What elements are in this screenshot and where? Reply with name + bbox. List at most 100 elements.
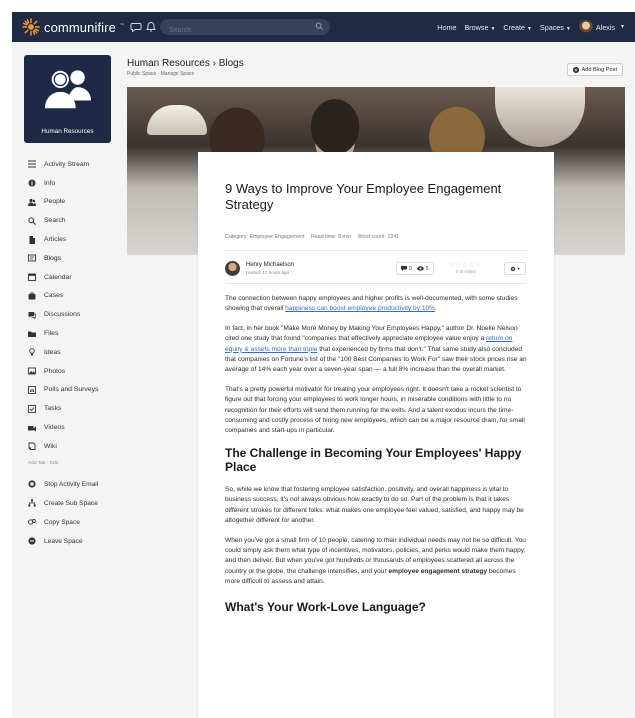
sidebar-item-label: Articles: [44, 236, 67, 244]
search-icon[interactable]: [315, 22, 324, 31]
sidebar-item-label: Info: [44, 179, 56, 187]
article-options-button[interactable]: ▼: [504, 262, 526, 275]
sidebar-item-label: People: [44, 198, 66, 206]
lightbulb-icon: [29, 348, 35, 356]
sidebar-item-people[interactable]: People: [28, 193, 123, 212]
poll-icon: [28, 386, 36, 394]
star-rating[interactable]: ☆☆☆☆☆ 0 (0 votes): [448, 261, 492, 277]
create-sub-space-button[interactable]: Create Sub Space: [28, 494, 123, 513]
sidebar-item-label: Files: [44, 330, 59, 338]
task-icon: [28, 404, 36, 413]
nav-create[interactable]: Create ▼: [503, 23, 532, 32]
sidebar-item-articles[interactable]: Articles: [28, 230, 123, 249]
brand-logo[interactable]: communifire ™: [22, 18, 124, 36]
top-nav: Home Browse ▼ Create ▼ Spaces ▼ Alexis ▼: [437, 12, 625, 42]
sidebar-item-label: Wiki: [44, 442, 57, 450]
add-tab-link[interactable]: Add Tab · Edit: [28, 460, 123, 468]
search-input[interactable]: [160, 22, 310, 39]
sidebar-item-videos[interactable]: Videos: [28, 418, 123, 437]
divider: [225, 283, 527, 284]
view-count: 5: [416, 266, 429, 272]
sidebar-item-ideas[interactable]: Ideas: [28, 343, 123, 362]
user-menu[interactable]: Alexis ▼: [578, 20, 625, 34]
sidebar-item-label: Polls and Surveys: [44, 386, 99, 394]
sidebar-nav: Activity Stream Info People Search Artic…: [28, 155, 123, 551]
calendar-icon: [28, 273, 36, 282]
space-name: Human Resources: [41, 128, 94, 135]
action-label: Copy Space: [44, 518, 80, 526]
sidebar-item-label: Blogs: [44, 254, 62, 262]
info-icon: [28, 179, 36, 187]
sidebar-item-blogs[interactable]: Blogs: [28, 249, 123, 268]
lamp-decoration: [495, 87, 585, 147]
sidebar-item-info[interactable]: Info: [28, 174, 123, 193]
bold-text: employee engagement strategy: [388, 567, 488, 575]
comment-icon: [401, 266, 407, 271]
sidebar-item-discussions[interactable]: Discussions: [28, 305, 123, 324]
paragraph-text: In fact, in her book "Make More Money by…: [225, 324, 518, 343]
brand-name: communifire: [44, 19, 116, 35]
productivity-link[interactable]: happiness can boost employee productivit…: [285, 305, 435, 312]
space-sublinks[interactable]: Public Space · Manage Space: [127, 71, 194, 77]
sidebar-item-label: Discussions: [44, 311, 81, 319]
caret-down-icon: ▼: [565, 25, 571, 32]
people-group-icon: [44, 70, 92, 109]
space-card[interactable]: Human Resources: [24, 55, 111, 143]
sidebar-item-activity-stream[interactable]: Activity Stream: [28, 155, 123, 174]
search-box[interactable]: [160, 19, 330, 39]
article-category[interactable]: Category: Employee Engagement: [225, 234, 305, 240]
paragraph: The connection between happy employees a…: [225, 294, 527, 315]
stars-icon[interactable]: ☆☆☆☆☆: [448, 261, 492, 269]
nav-spaces[interactable]: Spaces ▼: [540, 23, 571, 32]
sidebar-item-photos[interactable]: Photos: [28, 362, 123, 381]
gear-icon: [510, 266, 515, 271]
stop-activity-email-button[interactable]: Stop Activity Email: [28, 475, 123, 494]
caret-down-icon: ▼: [490, 25, 496, 32]
comment-count[interactable]: 0: [401, 266, 412, 272]
author-avatar[interactable]: [225, 261, 240, 276]
sidebar-item-label: Search: [44, 217, 66, 225]
leave-icon: [28, 537, 36, 545]
nav-home[interactable]: Home: [437, 23, 456, 32]
sidebar-item-calendar[interactable]: Calendar: [28, 268, 123, 287]
leave-space-button[interactable]: Leave Space: [28, 532, 123, 551]
comment-count-value: 0: [409, 265, 412, 272]
nav-browse[interactable]: Browse ▼: [464, 23, 495, 32]
sidebar-item-label: Tasks: [44, 405, 62, 413]
article-stats: 0 5: [396, 262, 434, 275]
add-blog-post-label: Add Blog Post: [581, 66, 617, 73]
sidebar-item-files[interactable]: Files: [28, 324, 123, 343]
sidebar-item-label: Photos: [44, 367, 66, 375]
sidebar-item-search[interactable]: Search: [28, 211, 123, 230]
nav-browse-label: Browse: [464, 22, 489, 32]
section-heading: What's Your Work-Love Language?: [225, 599, 426, 614]
video-icon: [28, 425, 36, 432]
author-name[interactable]: Henry Michaelson: [246, 262, 294, 268]
search-icon: [28, 217, 36, 225]
sidebar-item-wiki[interactable]: Wiki: [28, 437, 123, 456]
vote-count: 0 (0 votes): [456, 269, 476, 274]
copy-space-button[interactable]: Copy Space: [28, 513, 123, 532]
post-time: posted: 17 hours ago: [246, 270, 290, 275]
chat-bubble-icon[interactable]: [130, 21, 142, 33]
document-icon: [29, 235, 35, 244]
sidebar-item-polls[interactable]: Polls and Surveys: [28, 381, 123, 400]
article-body: The connection between happy employees a…: [225, 294, 527, 614]
bell-icon[interactable]: [145, 21, 157, 33]
photo-icon: [28, 367, 36, 375]
divider: [225, 250, 527, 251]
caret-down-icon: ▼: [526, 25, 532, 32]
sidebar-item-cases[interactable]: Cases: [28, 287, 123, 306]
top-bar: communifire ™ Home Browse▼ Create▼ Space…: [12, 12, 635, 42]
user-avatar: [578, 20, 593, 34]
sidebar-item-tasks[interactable]: Tasks: [28, 399, 123, 418]
sidebar-item-label: Calendar: [44, 273, 72, 281]
sun-logo-icon: [22, 18, 40, 36]
stop-icon: [28, 480, 36, 488]
sidebar-item-label: Videos: [44, 424, 65, 432]
wiki-icon: [28, 442, 36, 451]
eye-icon: [416, 266, 424, 271]
paragraph: That's a pretty powerful motivator for t…: [225, 385, 525, 435]
sidebar-item-label: Activity Stream: [44, 160, 90, 168]
add-blog-post-button[interactable]: Add Blog Post: [566, 63, 623, 76]
